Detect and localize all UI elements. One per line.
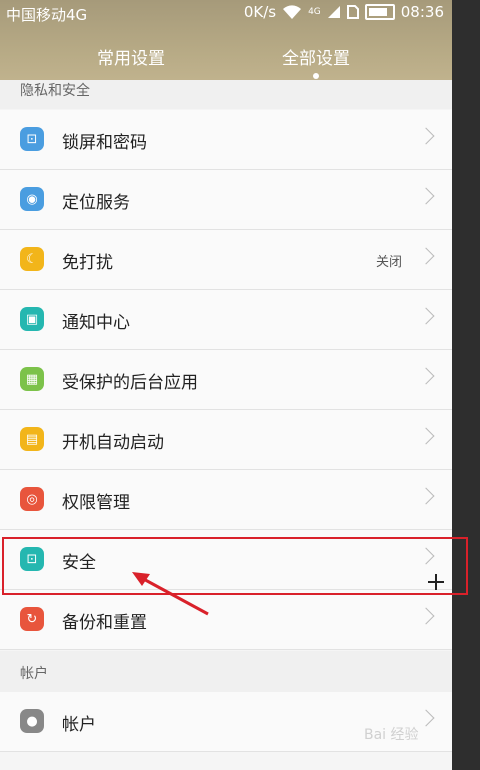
crosshair-cursor-icon [428,574,444,590]
clock: 08:36 [400,3,444,21]
user-icon: ● [20,709,44,733]
chevron-right-icon [417,709,435,727]
row-label: 权限管理 [62,493,130,513]
chevron-right-icon [417,607,435,625]
autostart-icon: ▤ [20,427,44,451]
row-label: 锁屏和密码 [62,133,147,153]
chevron-right-icon [417,247,435,265]
network-type: 4G [308,7,321,17]
section-title: 帐户 [20,666,48,682]
chevron-right-icon [417,187,435,205]
settings-row-moon[interactable]: ☾ 免打扰 关闭 [0,230,452,290]
status-bar: 中国移动4G 0K/s 4G 08:36 [0,0,452,26]
chevron-right-icon [417,487,435,505]
settings-row-backup[interactable]: ↻ 备份和重置 [0,590,452,650]
backup-icon: ↻ [20,607,44,631]
settings-row-permission[interactable]: ◎ 权限管理 [0,470,452,530]
tab-bar: 常用设置 全部设置 [0,44,452,78]
header: 中国移动4G 0K/s 4G 08:36 常用设置 全部设置 [0,0,452,90]
permission-icon: ◎ [20,487,44,511]
battery-icon [364,4,395,20]
lock-icon: ⊡ [20,127,44,151]
settings-screen: 中国移动4G 0K/s 4G 08:36 常用设置 全部设置 隐私和安全 ⊡ 锁屏… [0,0,452,770]
chevron-right-icon [417,367,435,385]
chevron-right-icon [417,127,435,145]
section-title: 隐私和安全 [20,83,90,99]
screen-edge [452,0,480,770]
section-account: 帐户 [0,651,452,692]
row-label: 受保护的后台应用 [62,373,198,393]
highlight-box [2,537,468,595]
carrier-label: 中国移动4G [6,6,88,24]
row-label: 通知中心 [62,313,130,333]
row-label: 免打扰 [62,253,113,273]
row-label: 帐户 [62,715,96,735]
settings-row-lock[interactable]: ⊡ 锁屏和密码 [0,110,452,170]
chevron-right-icon [417,427,435,445]
apps-icon: ▦ [20,367,44,391]
moon-icon: ☾ [20,247,44,271]
row-label: 定位服务 [62,193,130,213]
chevron-right-icon [417,307,435,325]
settings-row-notification[interactable]: ▣ 通知中心 [0,290,452,350]
network-speed: 0K/s [243,3,277,21]
tab-all-settings[interactable]: 全部设置 [282,44,350,69]
settings-row-location[interactable]: ◉ 定位服务 [0,170,452,230]
annotation-arrow-icon [132,572,209,616]
watermark: Bai 经验 [364,727,419,743]
tab-common-settings[interactable]: 常用设置 [97,44,165,69]
sim-icon [346,5,359,19]
row-value: 关闭 [375,255,402,270]
location-icon: ◉ [20,187,44,211]
notification-icon: ▣ [20,307,44,331]
wifi-icon [283,5,302,19]
section-privacy: 隐私和安全 [0,80,452,109]
settings-row-autostart[interactable]: ▤ 开机自动启动 [0,410,452,470]
status-right: 0K/s 4G 08:36 [244,3,444,21]
row-label: 开机自动启动 [62,433,164,453]
active-tab-indicator [313,73,319,79]
signal-icon [327,6,340,18]
settings-row-apps[interactable]: ▦ 受保护的后台应用 [0,350,452,410]
